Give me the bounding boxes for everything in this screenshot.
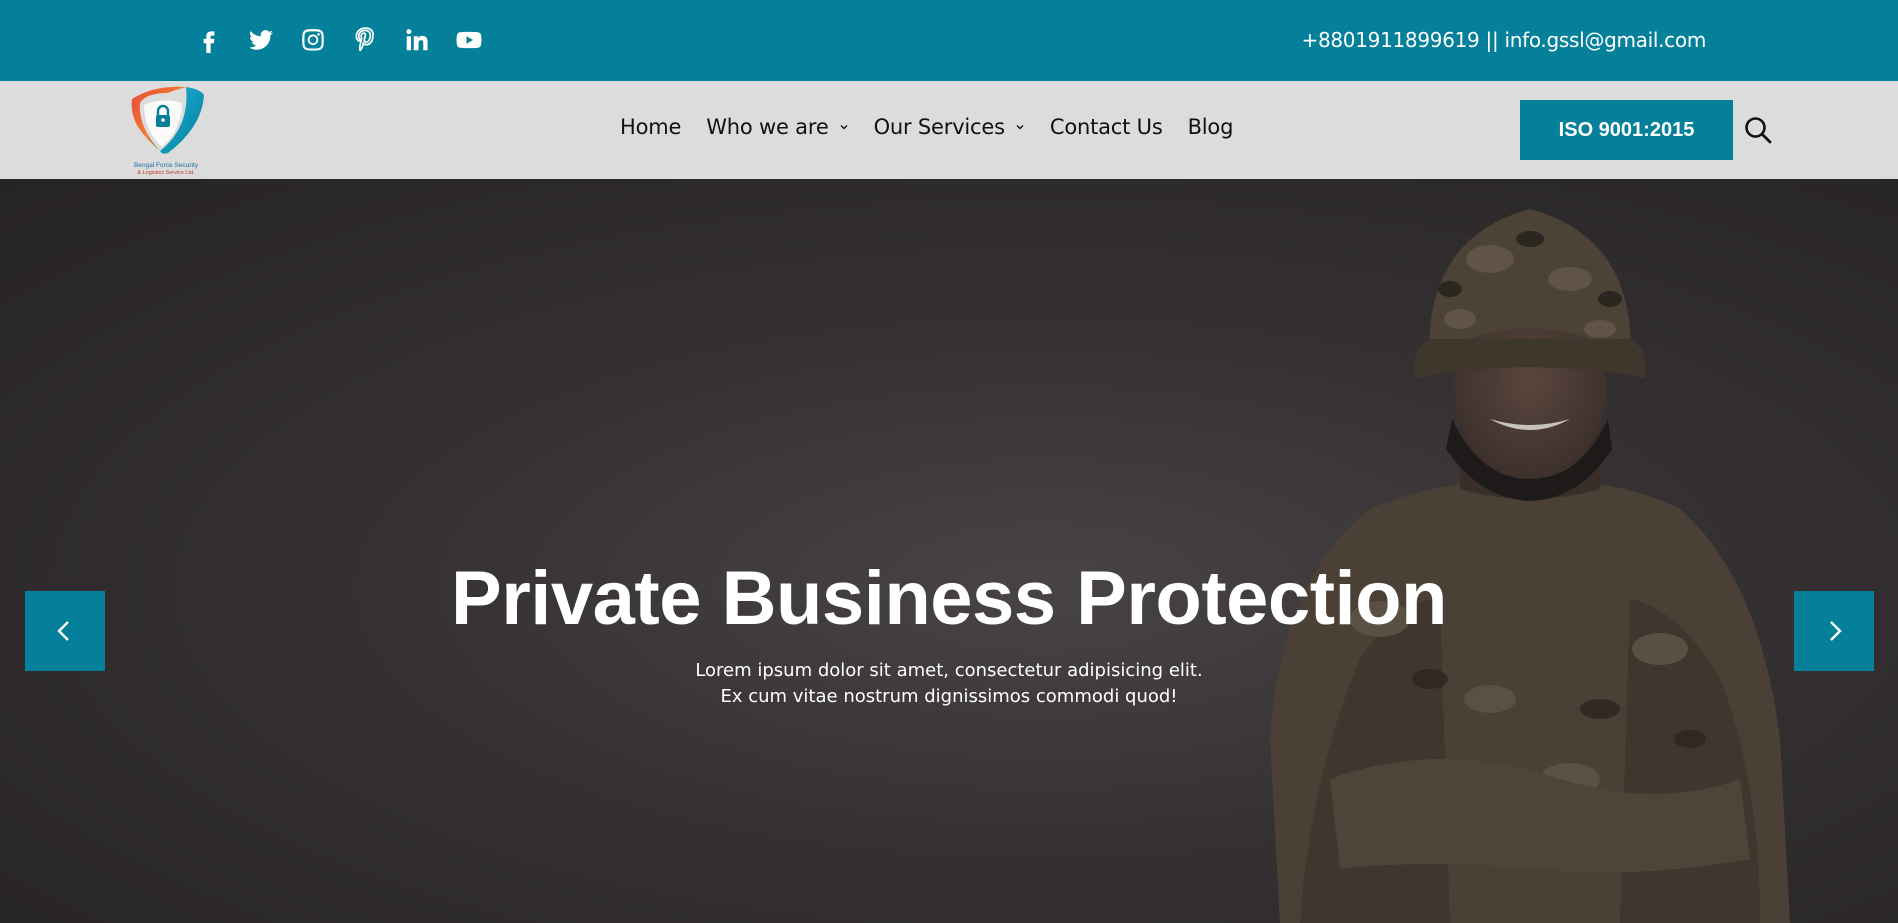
nav-item-label: Blog [1187,115,1234,139]
main-navbar: Bengal Force Security & Logistics Servic… [0,81,1898,179]
nav-item-home[interactable]: Home [620,115,681,139]
youtube-icon[interactable] [456,26,482,54]
chevron-down-icon [1016,125,1024,130]
main-menu: Home Who we are Our Services Contact Us … [620,115,1258,139]
pinterest-icon[interactable] [352,26,378,54]
nav-item-label: Who we are [706,115,829,139]
slider-prev-button[interactable] [25,591,105,671]
instagram-icon[interactable] [300,26,326,54]
nav-item-contact-us[interactable]: Contact Us [1050,115,1163,139]
twitter-icon[interactable] [248,26,274,54]
nav-item-our-services[interactable]: Our Services [874,115,1025,139]
iso-certification-button[interactable]: ISO 9001:2015 [1520,100,1733,160]
hero-subtitle-line2: Ex cum vitae nostrum dignissimos commodi… [720,686,1178,707]
nav-item-blog[interactable]: Blog [1188,115,1234,139]
social-links [196,26,482,54]
hero-slider: Private Business Protection Lorem ipsum … [0,179,1898,923]
nav-item-label: Home [620,115,682,139]
nav-item-who-we-are[interactable]: Who we are [706,115,848,139]
linkedin-icon[interactable] [404,26,430,54]
hero-title: Private Business Protection [451,556,1447,641]
chevron-left-icon [57,621,69,641]
logo-text-line2: & Logistics Service Ltd. [137,170,195,176]
logo-text-line1: Bengal Force Security [134,162,199,169]
chevron-down-icon [840,125,848,130]
chevron-right-icon [1830,621,1842,641]
nav-item-label: Our Services [873,115,1006,139]
contact-info: +8801911899619 || info.gssl@gmail.com [1301,28,1707,52]
top-bar: +8801911899619 || info.gssl@gmail.com [0,0,1898,81]
slider-next-button[interactable] [1794,591,1874,671]
hero-subtitle: Lorem ipsum dolor sit amet, consectetur … [0,658,1898,710]
nav-item-label: Contact Us [1049,115,1163,139]
search-icon[interactable] [1744,116,1772,144]
company-logo[interactable]: Bengal Force Security & Logistics Servic… [124,81,208,179]
soldier-image [1270,209,1790,923]
hero-subtitle-line1: Lorem ipsum dolor sit amet, consectetur … [695,660,1203,681]
facebook-icon[interactable] [196,26,222,54]
